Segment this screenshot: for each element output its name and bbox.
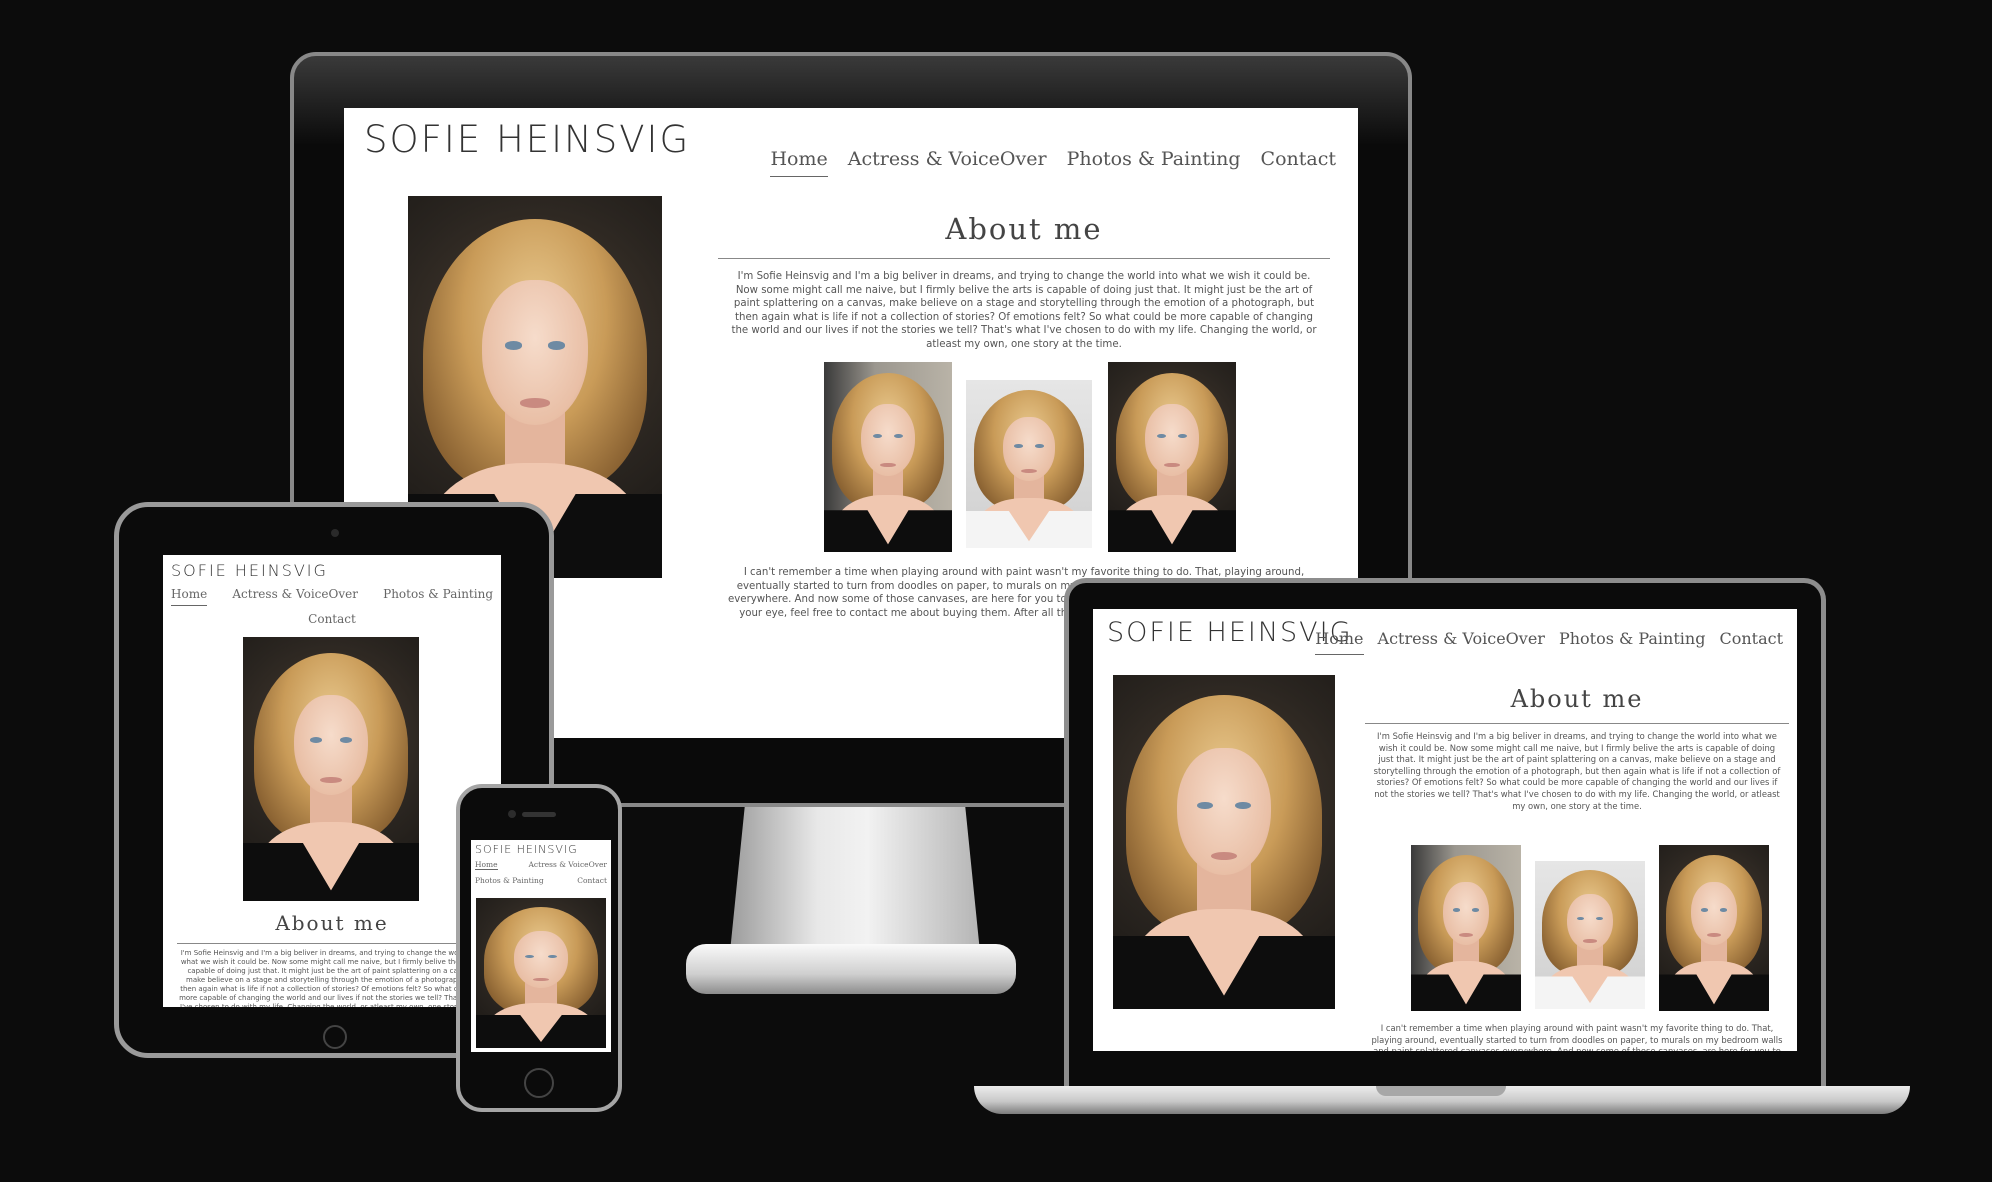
nav-home[interactable]: Home — [171, 587, 208, 606]
laptop-screen: SOFIE HEINSVIG Home Actress & VoiceOver … — [1093, 609, 1797, 1051]
nav-photos[interactable]: Photos & Painting — [1559, 629, 1706, 655]
site-brand[interactable]: SOFIE HEINSVIG — [171, 561, 328, 580]
phone-screen: SOFIE HEINSVIG Home Actress & VoiceOver … — [471, 840, 611, 1052]
about-text: I'm Sofie Heinsvig and I'm a big beliver… — [1373, 731, 1781, 811]
nav-photos[interactable]: Photos & Painting — [1067, 148, 1241, 177]
gallery-photo-2[interactable] — [966, 380, 1092, 548]
site-brand[interactable]: SOFIE HEINSVIG — [364, 118, 690, 161]
nav-contact[interactable]: Contact — [1719, 629, 1783, 655]
monitor-stand-base — [686, 944, 1016, 994]
about-divider — [718, 258, 1330, 259]
gallery-photo-1[interactable] — [1411, 845, 1521, 1011]
nav-contact[interactable]: Contact — [1261, 148, 1336, 177]
tablet-screen: SOFIE HEINSVIG Home Actress & VoiceOver … — [163, 555, 501, 1007]
about-title: About me — [1510, 685, 1644, 713]
monitor-stand — [730, 804, 980, 952]
about-title: About me — [945, 212, 1103, 246]
main-nav: Home Actress & VoiceOver Photos & Painti… — [475, 860, 607, 885]
about-text: I'm Sofie Heinsvig and I'm a big beliver… — [731, 271, 1317, 350]
nav-actress[interactable]: Actress & VoiceOver — [529, 860, 608, 870]
site-laptop: SOFIE HEINSVIG Home Actress & VoiceOver … — [1093, 609, 1797, 1051]
tablet-camera — [331, 529, 339, 537]
site-phone: SOFIE HEINSVIG Home Actress & VoiceOver … — [471, 840, 611, 1052]
main-nav: Home Actress & VoiceOver Photos & Painti… — [171, 587, 493, 626]
phone-speaker — [522, 812, 556, 817]
nav-actress[interactable]: Actress & VoiceOver — [232, 587, 358, 606]
main-nav: Home Actress & VoiceOver Photos & Painti… — [770, 148, 1336, 177]
gallery-photo-3[interactable] — [1659, 845, 1769, 1011]
nav-home[interactable]: Home — [475, 860, 498, 870]
tablet-home-button[interactable] — [323, 1025, 347, 1049]
about-text: I'm Sofie Heinsvig and I'm a big beliver… — [179, 949, 485, 1007]
gallery-photo-3[interactable] — [1108, 362, 1236, 552]
phone-home-button[interactable] — [524, 1068, 554, 1098]
nav-actress[interactable]: Actress & VoiceOver — [1378, 629, 1545, 655]
site-tablet: SOFIE HEINSVIG Home Actress & VoiceOver … — [163, 555, 501, 1007]
nav-home[interactable]: Home — [1315, 629, 1364, 655]
smartphone: SOFIE HEINSVIG Home Actress & VoiceOver … — [456, 784, 622, 1112]
gallery-photo-2[interactable] — [1535, 861, 1645, 1009]
nav-contact[interactable]: Contact — [577, 876, 607, 885]
phone-camera — [508, 810, 516, 818]
profile-portrait — [243, 637, 419, 901]
nav-photos[interactable]: Photos & Painting — [383, 587, 493, 606]
gallery-photo-1[interactable] — [824, 362, 952, 552]
about-divider — [177, 943, 487, 944]
laptop: SOFIE HEINSVIG Home Actress & VoiceOver … — [1064, 578, 1826, 1092]
nav-actress[interactable]: Actress & VoiceOver — [848, 148, 1047, 177]
nav-photos[interactable]: Photos & Painting — [475, 876, 544, 885]
profile-portrait — [1113, 675, 1335, 1009]
main-nav: Home Actress & VoiceOver Photos & Painti… — [1315, 629, 1783, 655]
paint-text: I can't remember a time when playing aro… — [1371, 1023, 1783, 1051]
profile-portrait — [476, 898, 606, 1048]
nav-contact[interactable]: Contact — [308, 612, 356, 626]
site-brand[interactable]: SOFIE HEINSVIG — [475, 843, 578, 856]
about-divider — [1365, 723, 1789, 724]
nav-home[interactable]: Home — [770, 148, 828, 177]
about-title: About me — [275, 911, 389, 935]
laptop-notch — [1376, 1086, 1506, 1096]
